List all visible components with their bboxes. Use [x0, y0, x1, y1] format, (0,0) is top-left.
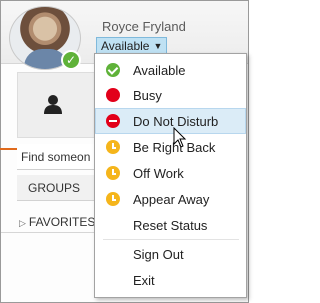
menu-item-label: Appear Away — [133, 191, 210, 207]
menu-item-reset-status[interactable]: Reset Status — [96, 213, 245, 237]
triangle-right-icon: ▷ — [19, 218, 26, 228]
menu-item-label: Off Work — [133, 165, 184, 181]
favorites-label: FAVORITES — [28, 215, 96, 229]
menu-item-do-not-disturb[interactable]: Do Not Disturb — [95, 108, 246, 134]
menu-item-off-work[interactable]: Off Work — [96, 161, 245, 185]
mouse-pointer-icon — [173, 127, 187, 148]
menu-item-busy[interactable]: Busy — [96, 83, 245, 107]
menu-item-label: Sign Out — [133, 246, 184, 262]
busy-dot-icon — [106, 88, 120, 102]
search-input[interactable]: Find someon — [17, 144, 94, 170]
tab-groups[interactable]: GROUPS — [17, 175, 94, 201]
away-clock-icon — [106, 166, 120, 180]
available-check-icon — [106, 63, 120, 77]
menu-item-label: Busy — [133, 87, 162, 103]
chevron-down-icon: ▼ — [153, 41, 163, 51]
menu-item-exit[interactable]: Exit — [96, 268, 245, 292]
divider — [1, 232, 95, 233]
do-not-disturb-icon — [106, 114, 120, 128]
menu-item-label: Exit — [133, 272, 155, 288]
menu-item-appear-away[interactable]: Appear Away — [96, 187, 245, 211]
person-icon — [44, 95, 62, 114]
menu-item-available[interactable]: Available — [96, 58, 245, 82]
status-label: Available — [101, 39, 150, 53]
away-clock-icon — [106, 192, 120, 206]
menu-item-be-right-back[interactable]: Be Right Back — [96, 135, 245, 159]
contact-tile[interactable] — [17, 72, 96, 138]
presence-available-icon: ✓ — [61, 50, 81, 70]
menu-item-label: Reset Status — [133, 217, 208, 233]
away-clock-icon — [106, 140, 120, 154]
menu-item-label: Available — [133, 62, 186, 78]
user-name: Royce Fryland — [102, 19, 186, 34]
menu-item-sign-out[interactable]: Sign Out — [96, 242, 245, 266]
menu-separator — [103, 239, 239, 240]
status-menu: Available Busy Do Not Disturb Be Right B… — [94, 53, 247, 298]
favorites-group[interactable]: ▷ FAVORITES — [17, 212, 96, 232]
